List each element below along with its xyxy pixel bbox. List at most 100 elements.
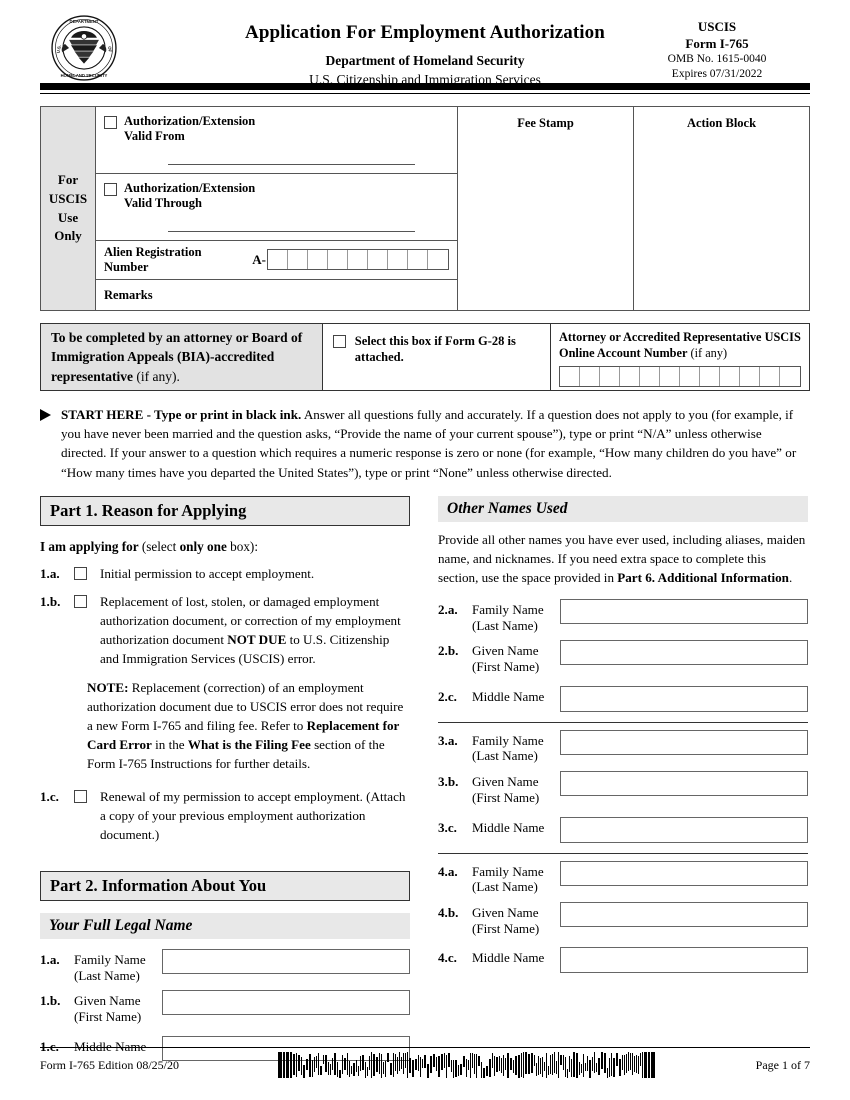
field-row-4b: 4.b. Given Name (First Name) <box>438 901 808 936</box>
question-1c-number: 1.c. <box>40 788 59 804</box>
question-1a-checkbox[interactable] <box>74 567 87 581</box>
field-2a-input[interactable] <box>560 598 808 624</box>
part1-lead-mid: (select <box>138 538 180 554</box>
valid-from-cell: Authorization/Extension Valid From <box>96 107 457 174</box>
question-1a-label: Initial permission to accept employment. <box>100 566 315 582</box>
svg-text:DEPARTMENT: DEPARTMENT <box>70 19 99 24</box>
field-row-2b: 2.b. Given Name (First Name) <box>438 640 808 674</box>
part1-heading: Part 1. Reason for Applying <box>40 495 410 526</box>
field-4a-label: Family Name (Last Name) <box>472 861 560 895</box>
part1-lead-bold: I am applying for <box>40 538 139 554</box>
field-4b-label-line1: Given Name <box>472 904 539 920</box>
field-row-3a: 3.a. Family Name (Last Name) <box>438 729 808 764</box>
field-2b-input[interactable] <box>560 640 808 666</box>
form-page: DEPARTMENT U.S. OF HOMELAND SECURITY App… <box>0 0 850 1100</box>
g28-checkbox[interactable] <box>332 335 346 348</box>
svg-text:OF: OF <box>107 46 113 53</box>
field-4a-label-line1: Family Name <box>472 863 544 879</box>
other-names-intro-bold: Part 6. Additional Information <box>617 569 789 585</box>
valid-from-checkbox[interactable] <box>104 116 117 129</box>
field-3c-label: Middle Name <box>472 819 545 835</box>
field-2a-number: 2.a. <box>438 601 458 617</box>
field-2c-number: 2.c. <box>438 688 457 704</box>
field-1b-number: 1.b. <box>40 993 61 1009</box>
attorney-account-ifany: (if any) <box>687 345 728 360</box>
field-3c-number: 3.c. <box>438 819 457 835</box>
field-row-4c: 4.c. Middle Name <box>438 947 808 974</box>
part1-lead-onlyone: only one <box>179 538 227 554</box>
field-2b-label: Given Name (First Name) <box>472 640 560 674</box>
question-1c-checkbox[interactable] <box>74 789 87 803</box>
alien-registration-row: Alien Registration Number A- <box>96 241 457 281</box>
part1-lead-end: box): <box>226 538 258 554</box>
page-footer: Form I-765 Edition 08/25/20 Page 1 of 7 <box>40 1052 810 1078</box>
field-4b-label-line2: (First Name) <box>472 920 540 936</box>
svg-text:HOMELAND SECURITY: HOMELAND SECURITY <box>61 73 108 78</box>
dhs-seal-icon: DEPARTMENT U.S. OF HOMELAND SECURITY <box>50 14 118 82</box>
form-meta: USCIS Form I-765 OMB No. 1615-0040 Expir… <box>628 18 806 83</box>
field-2c-input[interactable] <box>560 685 808 712</box>
field-1b-label-line2: (First Name) <box>74 1008 142 1024</box>
valid-through-write-line[interactable] <box>168 230 415 232</box>
field-4b-input[interactable] <box>560 901 808 927</box>
field-row-4a: 4.a. Family Name (Last Name) <box>438 860 808 895</box>
field-3c-input[interactable] <box>560 816 808 843</box>
attorney-account-input[interactable] <box>559 365 801 387</box>
arrow-right-icon <box>40 409 51 421</box>
question-1a: 1.a. Initial permission to accept employ… <box>40 565 410 584</box>
field-1a-label-line1: Family Name <box>74 951 146 967</box>
barcode <box>278 1052 656 1078</box>
field-3a-number: 3.a. <box>438 732 458 748</box>
field-1a-label-line2: (Last Name) <box>74 967 140 983</box>
form-edition: Form I-765 Edition 08/25/20 <box>40 1057 179 1072</box>
field-row-3b: 3.b. Given Name (First Name) <box>438 771 808 805</box>
field-2b-number: 2.b. <box>438 643 459 659</box>
group-separator-1 <box>438 721 808 723</box>
field-3a-input[interactable] <box>560 729 808 755</box>
attorney-instruction-ifany: (if any). <box>132 368 180 384</box>
other-names-intro: Provide all other names you have ever us… <box>438 531 808 588</box>
question-1b-label: Replacement of lost, stolen, or damaged … <box>100 593 410 669</box>
valid-through-checkbox[interactable] <box>104 182 117 196</box>
field-3a-label-line2: (Last Name) <box>472 748 538 764</box>
question-1c: 1.c. Renewal of my permission to accept … <box>40 788 410 845</box>
alien-registration-input[interactable] <box>267 249 449 271</box>
form-number: Form I-765 <box>685 36 749 52</box>
valid-from-write-line[interactable] <box>168 163 415 165</box>
fee-stamp-cell: Fee Stamp <box>458 107 634 310</box>
expiration-date: Expires 07/31/2022 <box>671 68 763 81</box>
question-1b-bold: NOT DUE <box>227 632 287 648</box>
part1-lead: I am applying for (select only one box): <box>40 537 410 556</box>
field-3a-label-line1: Family Name <box>472 732 544 748</box>
field-1b-label: Given Name (First Name) <box>74 990 162 1024</box>
fee-stamp-label: Fee Stamp <box>517 116 574 130</box>
note-p2: in the <box>151 736 188 752</box>
field-1a-input[interactable] <box>162 948 410 974</box>
valid-through-label: Authorization/Extension Valid Through <box>124 180 256 211</box>
field-3b-label-line1: Given Name <box>472 774 539 790</box>
field-3b-input[interactable] <box>560 771 808 797</box>
field-row-1a: 1.a. Family Name (Last Name) <box>40 948 410 983</box>
field-1a-number: 1.a. <box>40 951 60 967</box>
note-label: NOTE: <box>87 680 129 695</box>
question-1b-checkbox[interactable] <box>74 595 87 609</box>
field-3b-label: Given Name (First Name) <box>472 771 560 805</box>
field-4c-input[interactable] <box>560 947 808 974</box>
field-3a-label: Family Name (Last Name) <box>472 730 560 764</box>
field-row-2a: 2.a. Family Name (Last Name) <box>438 598 808 633</box>
alien-registration-label: Alien Registration Number <box>104 244 202 274</box>
field-1a-label: Family Name (Last Name) <box>74 949 162 983</box>
footer-rule <box>40 1047 810 1048</box>
field-4c-number: 4.c. <box>438 950 457 966</box>
field-4a-input[interactable] <box>560 860 808 886</box>
page-number: Page 1 of 7 <box>755 1057 810 1072</box>
remarks-label: Remarks <box>104 288 153 303</box>
field-row-1b: 1.b. Given Name (First Name) <box>40 990 410 1024</box>
field-1b-input[interactable] <box>162 990 410 1016</box>
start-here-block: START HERE - Type or print in black ink.… <box>40 405 810 482</box>
full-legal-name-heading: Your Full Legal Name <box>40 912 410 939</box>
remarks-cell[interactable]: Remarks <box>96 280 457 310</box>
question-1c-label: Renewal of my permission to accept emplo… <box>100 788 406 842</box>
field-1b-label-line1: Given Name <box>74 993 141 1009</box>
field-3b-label-line2: (First Name) <box>472 789 540 805</box>
